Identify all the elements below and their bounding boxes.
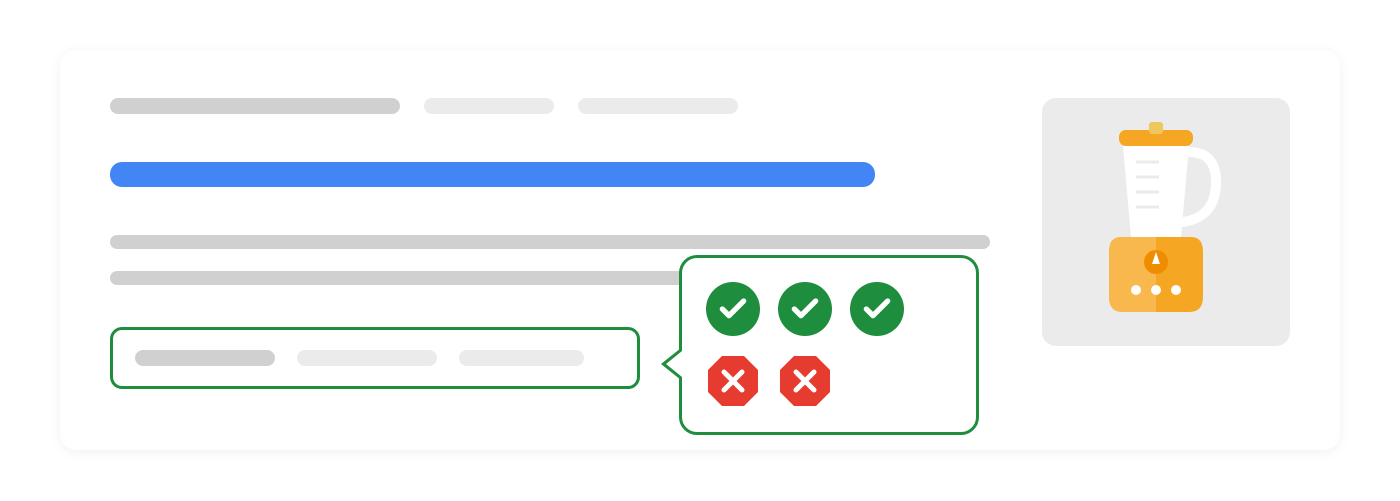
- check-icon: [850, 282, 904, 336]
- pros-cons-highlight-box: [110, 327, 640, 389]
- pros-cons-chip-2: [297, 350, 437, 366]
- url-placeholder: [110, 98, 400, 114]
- pros-row: [706, 282, 952, 336]
- result-title-link[interactable]: [110, 162, 875, 187]
- x-icon: [706, 354, 760, 408]
- x-icon: [778, 354, 832, 408]
- pros-cons-chip-1: [135, 350, 275, 366]
- check-icon: [706, 282, 760, 336]
- product-thumbnail: [1042, 98, 1290, 346]
- blender-illustration: [1081, 122, 1251, 322]
- breadcrumb-placeholder-1: [424, 98, 554, 114]
- pros-cons-chip-3: [459, 350, 584, 366]
- check-icon: [778, 282, 832, 336]
- pros-cons-callout: [679, 255, 979, 435]
- snippet-line-1: [110, 235, 990, 249]
- cons-row: [706, 354, 952, 408]
- search-result-card: [60, 50, 1340, 450]
- breadcrumb-placeholder-2: [578, 98, 738, 114]
